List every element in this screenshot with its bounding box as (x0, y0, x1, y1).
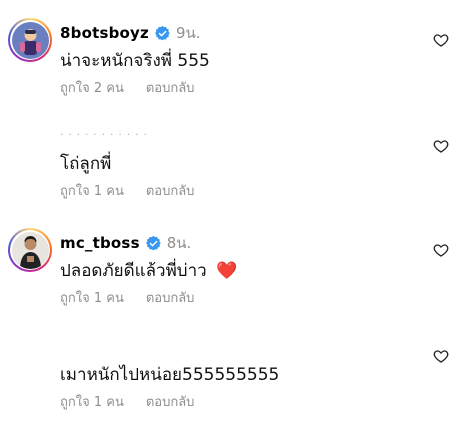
timestamp: 9น. (175, 24, 201, 42)
verified-badge-icon (155, 25, 170, 40)
comment-header: mc_tboss 8น. (60, 231, 191, 255)
comment-item: เมาหนักไปหน่อย555555555 ถูกใจ 1 คน ตอบกล… (0, 320, 474, 440)
likes-count[interactable]: ถูกใจ 1 คน (60, 287, 124, 308)
avatar[interactable] (8, 18, 52, 62)
comment-text: น่าจะหนักจริงพี่ 555 (60, 51, 210, 71)
comment-text: ปลอดภัยดีแล้วพี่บ่าว ❤️ (60, 257, 237, 284)
username[interactable]: mc_tboss (60, 234, 140, 252)
reply-button[interactable]: ตอบกลับ (146, 180, 195, 201)
reply-button[interactable]: ตอบกลับ (146, 77, 195, 98)
username[interactable]: 8botsboyz (60, 24, 149, 42)
avatar-image (11, 231, 49, 269)
comment-actions: ถูกใจ 1 คน ตอบกลับ (60, 180, 194, 201)
avatar[interactable] (8, 228, 52, 272)
timestamp: 8น. (166, 234, 192, 252)
likes-count[interactable]: ถูกใจ 2 คน (60, 77, 124, 98)
reply-button[interactable]: ตอบกลับ (146, 287, 195, 308)
verified-badge-icon (145, 235, 161, 250)
comment-body: ปลอดภัยดีแล้วพี่บ่าว (60, 261, 207, 281)
comment-header: 8botsboyz 9น. (60, 21, 201, 45)
comment-item: · · · · · · · · · · · โถ่ลูกพี่ ถูกใจ 1 … (0, 110, 474, 210)
comment-item: 8botsboyz 9น. น่าจะหนักจริงพี่ 555 ถูกใจ… (0, 0, 474, 110)
username-obscured: · · · · · · · · · · · (60, 130, 148, 141)
heart-emoji: ❤️ (216, 261, 238, 281)
likes-count[interactable]: ถูกใจ 1 คน (60, 180, 124, 201)
comment-text: เมาหนักไปหน่อย555555555 (60, 365, 280, 385)
reply-button[interactable]: ตอบกลับ (146, 391, 195, 412)
comment-actions: ถูกใจ 1 คน ตอบกลับ (60, 287, 194, 308)
comment-actions: ถูกใจ 1 คน ตอบกลับ (60, 391, 194, 412)
comment-actions: ถูกใจ 2 คน ตอบกลับ (60, 77, 194, 98)
heart-outline-icon[interactable] (433, 348, 449, 364)
heart-outline-icon[interactable] (433, 138, 449, 154)
avatar-image (11, 21, 49, 59)
heart-outline-icon[interactable] (433, 242, 449, 258)
heart-outline-icon[interactable] (433, 32, 449, 48)
comment-text: โถ่ลูกพี่ (60, 154, 112, 174)
comment-item: mc_tboss 8น. ปลอดภัยดีแล้วพี่บ่าว ❤️ ถูก… (0, 210, 474, 320)
likes-count[interactable]: ถูกใจ 1 คน (60, 391, 124, 412)
